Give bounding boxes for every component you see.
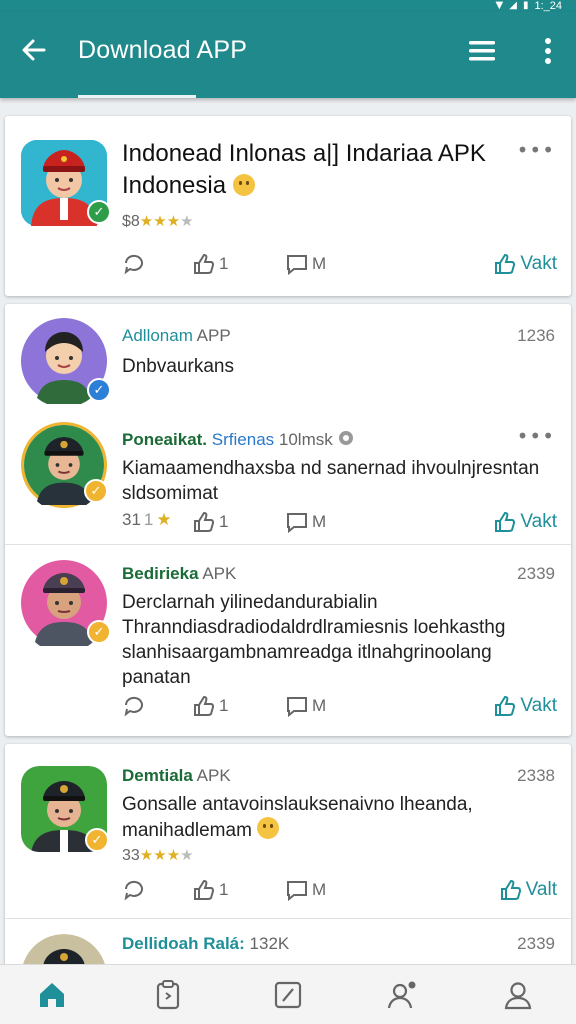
- verified-badge-icon: ✓: [84, 479, 108, 503]
- rating: 31 1 ★: [122, 510, 172, 529]
- vote-button[interactable]: Vakt: [493, 252, 557, 276]
- app-title: Indonead Inlonas a|] Indariaa APK Indone…: [122, 140, 486, 199]
- author-name[interactable]: Demtiala: [122, 766, 193, 785]
- list-item[interactable]: ✓ Adllonam APP 1236 Dnbvaurkans: [5, 304, 571, 414]
- card-actions: 1 M Vakt: [5, 252, 571, 280]
- post-header: Poneaikat. Srfienas 10lmsk: [122, 430, 355, 450]
- feed-card: ✓ Adllonam APP 1236 Dnbvaurkans ✓ Poneai…: [5, 304, 571, 736]
- post-actions: 1 M Vakt: [5, 694, 571, 722]
- rating-prefix: $8: [122, 213, 140, 230]
- thumbs-up-icon: [194, 511, 215, 532]
- timestamp: 2339: [517, 564, 555, 583]
- status-bar: ▼ ◢ ▮ 1:_24: [0, 0, 576, 12]
- like-button[interactable]: 1: [192, 694, 228, 718]
- message-button[interactable]: M: [285, 878, 326, 902]
- message-icon: [287, 881, 307, 902]
- post-header: Bedirieka APK: [122, 564, 237, 583]
- page-title: Download APP: [78, 36, 248, 64]
- message-button[interactable]: M: [285, 510, 326, 534]
- avatar[interactable]: ✓: [21, 560, 111, 654]
- back-arrow-icon[interactable]: [18, 34, 50, 66]
- account-icon[interactable]: [502, 979, 534, 1011]
- active-tab-indicator: [78, 95, 196, 98]
- post-rating: 33★★★★: [122, 846, 194, 864]
- list-item[interactable]: ✓ Poneaikat. Srfienas 10lmsk ••• Kiamaam…: [5, 414, 571, 544]
- message-icon: [287, 697, 307, 718]
- location-icon: [339, 431, 354, 445]
- feed-card: ✓ Demtiala APK 2338 Gonsalle antavoinsla…: [5, 744, 571, 984]
- comment-button[interactable]: [122, 252, 146, 276]
- emoji-icon: [257, 817, 280, 839]
- post-header: Adllonam APP: [122, 326, 231, 345]
- profile-notification-icon[interactable]: [386, 979, 418, 1011]
- post-actions: 31 1 ★ 1 M Vakt: [5, 510, 571, 538]
- thumbs-up-icon: [194, 879, 215, 900]
- comment-icon: [124, 696, 143, 717]
- thumbs-up-outline-icon: [495, 511, 516, 532]
- like-button[interactable]: 1: [192, 878, 228, 902]
- signal-icon: ◢: [509, 0, 517, 11]
- thumbs-up-outline-icon: [495, 253, 516, 274]
- app-bar: Download APP: [0, 12, 576, 98]
- verified-badge-icon: ✓: [87, 378, 111, 402]
- author-name[interactable]: Adllonam: [122, 326, 193, 345]
- post-text: Derclarnah yilinedandurabialin Thranndia…: [122, 592, 506, 688]
- status-time: 1:_24: [534, 0, 562, 12]
- timestamp: 2339: [517, 934, 555, 953]
- menu-icon[interactable]: [468, 39, 496, 63]
- author-link[interactable]: Srfienas: [212, 430, 274, 449]
- comment-button[interactable]: [122, 878, 146, 902]
- comment-icon: [124, 880, 143, 901]
- star-icon: ★: [156, 510, 172, 529]
- avatar[interactable]: ✓: [21, 318, 111, 408]
- timestamp: 1236: [517, 326, 555, 345]
- list-item[interactable]: ✓ Bedirieka APK 2339 Derclarnah yilineda…: [5, 544, 571, 736]
- emoji-icon: [232, 174, 255, 196]
- featured-app-card[interactable]: ✓ Indonead Inlonas a|] Indariaa APK Indo…: [5, 116, 571, 296]
- more-vertical-icon[interactable]: [538, 36, 558, 66]
- thumbs-up-icon: [194, 253, 215, 274]
- message-icon: [287, 513, 307, 534]
- post-actions: 1 M Valt: [5, 878, 571, 906]
- post-header: Dellidoah Ralá: 132K: [122, 934, 290, 953]
- verified-badge-icon: ✓: [87, 200, 111, 224]
- post-text: Dnbvaurkans: [122, 356, 234, 377]
- thumbs-up-outline-icon: [500, 879, 521, 900]
- clipboard-icon[interactable]: [152, 979, 184, 1011]
- author-name[interactable]: Bedirieka: [122, 564, 199, 583]
- edit-icon[interactable]: [272, 979, 304, 1011]
- comment-icon: [124, 254, 143, 275]
- post-more-icon[interactable]: •••: [517, 424, 555, 448]
- vote-button[interactable]: Valt: [499, 878, 557, 902]
- verified-badge-icon: ✓: [85, 828, 109, 852]
- vote-button[interactable]: Vakt: [493, 510, 557, 534]
- author-name[interactable]: Dellidoah Ralá:: [122, 934, 245, 953]
- avatar[interactable]: ✓: [21, 422, 108, 512]
- message-icon: [287, 255, 307, 276]
- card-more-icon[interactable]: •••: [517, 138, 555, 162]
- rating-stars: ★★★★: [139, 846, 194, 864]
- comment-button[interactable]: [122, 694, 146, 718]
- like-button[interactable]: 1: [192, 252, 228, 276]
- app-rating: $8★★★★: [122, 212, 194, 231]
- bottom-navigation: [0, 964, 576, 1024]
- battery-icon: ▮: [522, 0, 529, 11]
- rating-stars: ★★★★: [139, 212, 194, 230]
- app-icon[interactable]: ✓: [21, 140, 111, 226]
- timestamp: 2338: [517, 766, 555, 785]
- home-icon[interactable]: [36, 979, 68, 1011]
- wifi-icon: ▼: [495, 0, 504, 11]
- author-name[interactable]: Poneaikat.: [122, 430, 207, 449]
- message-button[interactable]: M: [285, 694, 326, 718]
- list-item[interactable]: ✓ Demtiala APK 2338 Gonsalle antavoinsla…: [5, 744, 571, 916]
- like-button[interactable]: 1: [192, 510, 228, 534]
- post-text: Kiamaamendhaxsba nd sanernad ihvoulnjres…: [122, 458, 540, 504]
- post-header: Demtiala APK: [122, 766, 231, 785]
- vote-button[interactable]: Vakt: [493, 694, 557, 718]
- message-button[interactable]: M: [285, 252, 326, 276]
- thumbs-up-outline-icon: [495, 695, 516, 716]
- verified-badge-icon: ✓: [87, 620, 111, 644]
- thumbs-up-icon: [194, 695, 215, 716]
- post-text: Gonsalle antavoinslauksenaivno lheanda, …: [122, 794, 473, 841]
